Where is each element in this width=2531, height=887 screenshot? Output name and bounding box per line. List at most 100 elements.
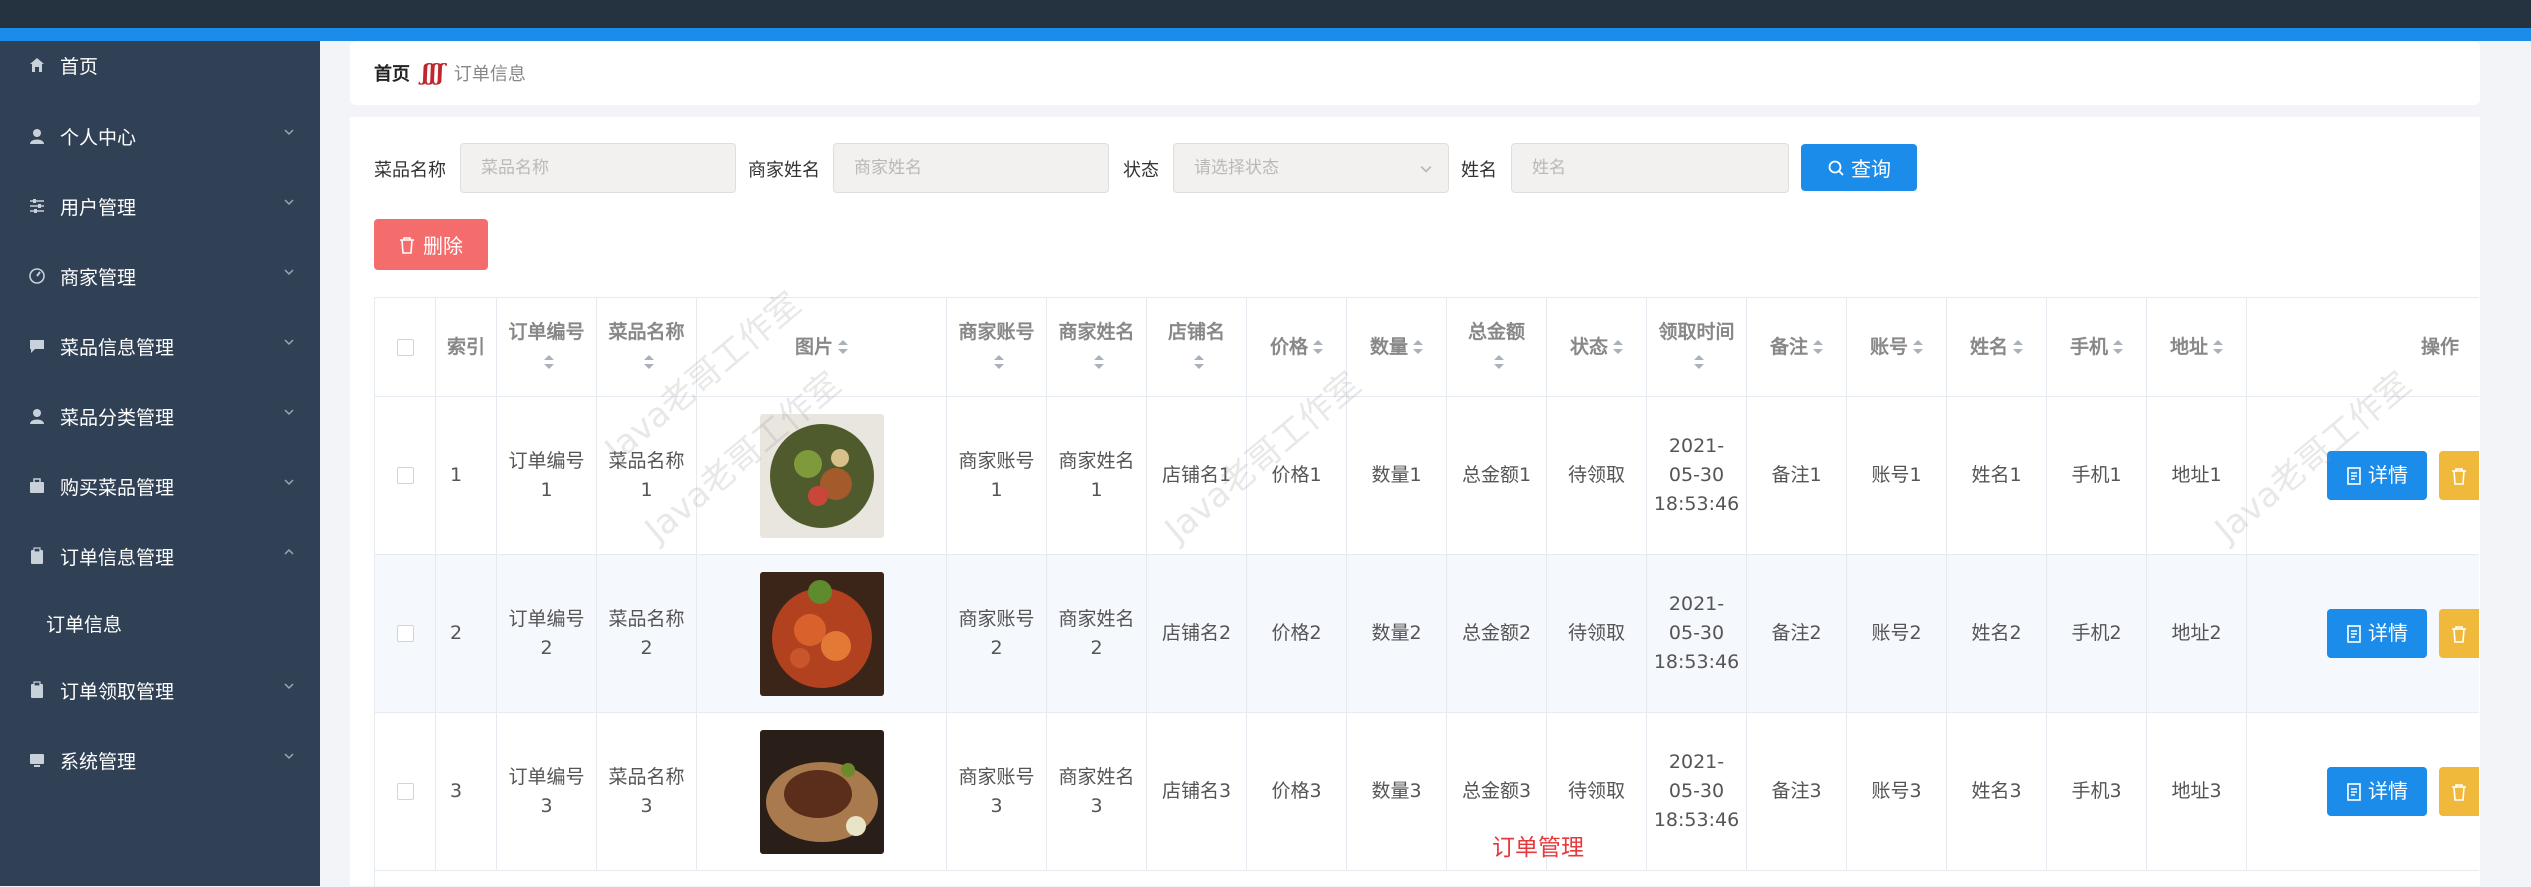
header-phone[interactable]: 手机: [2047, 298, 2147, 396]
cell-total: 总金额1: [1447, 397, 1547, 554]
header-image[interactable]: 图片: [697, 298, 947, 396]
cell-image: [697, 555, 947, 712]
cell-quantity: 数量1: [1347, 397, 1447, 554]
header-order-no[interactable]: 订单编号: [497, 298, 597, 396]
header-merchant-account[interactable]: 商家账号: [947, 298, 1047, 396]
clipboard-icon: [26, 681, 48, 699]
header-price[interactable]: 价格: [1247, 298, 1347, 396]
sidebar-item-dish-category-management[interactable]: 菜品分类管理: [0, 396, 320, 436]
sort-icon: [1913, 340, 1923, 354]
compass-icon: [26, 267, 48, 285]
cell-image: [697, 713, 947, 870]
sidebar-item-personal-center[interactable]: 个人中心: [0, 116, 320, 156]
sidebar-item-home[interactable]: 首页: [0, 45, 320, 85]
detail-button[interactable]: 详情: [2327, 451, 2427, 500]
cell-phone: 手机2: [2047, 555, 2147, 712]
row-checkbox-cell: [375, 713, 436, 870]
sidebar-item-user-management[interactable]: 用户管理: [0, 186, 320, 226]
table-row[interactable]: 2 订单编号2 菜品名称2 商家账号2 商家姓名2 店铺名2 价格2 数量2 总金额2 待领取 20…: [375, 555, 2479, 713]
cell-merchant-account: 商家账号3: [947, 713, 1047, 870]
sort-icon: [544, 354, 554, 369]
header-dish-name[interactable]: 菜品名称: [597, 298, 697, 396]
cell-phone: 手机3: [2047, 713, 2147, 870]
header-index[interactable]: 索引: [436, 298, 497, 396]
row-checkbox[interactable]: [396, 783, 414, 800]
sidebar-item-order-pickup-management[interactable]: 订单领取管理: [0, 670, 320, 710]
table-row[interactable]: 1 订单编号1 菜品名称1 商家账号1 商家姓名1 店铺名1 价格1 数量1 总金额1 待领取 20…: [375, 397, 2479, 555]
breadcrumb-separator: ʃʃʃ: [422, 60, 444, 86]
sidebar-item-label: 个人中心: [60, 126, 137, 149]
edit-button[interactable]: [2439, 767, 2479, 816]
header-shop-name[interactable]: 店铺名: [1147, 298, 1247, 396]
cell-merchant-name: 商家姓名1: [1047, 397, 1147, 554]
sidebar-subitem-order-info[interactable]: 订单信息: [0, 603, 320, 643]
merchant-name-input[interactable]: 商家姓名: [833, 143, 1109, 193]
sidebar-item-label: 系统管理: [60, 750, 137, 773]
detail-button[interactable]: 详情: [2327, 767, 2427, 816]
cell-order-no: 订单编号3: [497, 713, 597, 870]
sidebar-item-purchase-management[interactable]: 购买菜品管理: [0, 466, 320, 506]
sidebar-item-system-management[interactable]: 系统管理: [0, 740, 320, 780]
breadcrumb-current: 订单信息: [453, 64, 526, 85]
header-address[interactable]: 地址: [2147, 298, 2247, 396]
name-input[interactable]: 姓名: [1511, 143, 1789, 193]
cell-merchant-name: 商家姓名3: [1047, 713, 1147, 870]
cell-index: 3: [436, 713, 497, 870]
detail-button-label: 详情: [2368, 621, 2408, 645]
header-note[interactable]: 备注: [1747, 298, 1847, 396]
trash-icon: [400, 236, 414, 254]
document-icon: [2347, 466, 2361, 485]
header-total[interactable]: 总金额: [1447, 298, 1547, 396]
edit-button[interactable]: [2439, 609, 2479, 658]
document-icon: [2347, 624, 2361, 643]
status-select-placeholder: 请选择状态: [1194, 158, 1279, 178]
sort-icon: [2113, 340, 2123, 354]
dish-name-input[interactable]: 菜品名称: [460, 143, 736, 193]
row-checkbox-cell: [375, 397, 436, 554]
cell-address: 地址2: [2147, 555, 2247, 712]
sidebar-item-merchant-management[interactable]: 商家管理: [0, 256, 320, 296]
select-all-checkbox[interactable]: [396, 338, 414, 356]
cell-price: 价格2: [1247, 555, 1347, 712]
header-account[interactable]: 账号: [1847, 298, 1947, 396]
breadcrumb-home[interactable]: 首页: [374, 60, 410, 86]
query-button-label: 查询: [1851, 157, 1891, 181]
cell-dish-name: 菜品名称1: [597, 397, 697, 554]
header-merchant-name[interactable]: 商家姓名: [1047, 298, 1147, 396]
row-checkbox[interactable]: [396, 625, 414, 642]
monitor-icon: [26, 751, 48, 769]
sidebar-item-dish-info-management[interactable]: 菜品信息管理: [0, 326, 320, 366]
status-label: 状态: [1123, 160, 1159, 181]
header-pickup-time[interactable]: 领取时间: [1647, 298, 1747, 396]
sort-icon: [2013, 340, 2023, 354]
sidebar-item-label: 订单信息管理: [60, 546, 175, 569]
detail-button-label: 详情: [2368, 779, 2408, 803]
cell-name: 姓名3: [1947, 713, 2047, 870]
row-checkbox[interactable]: [396, 467, 414, 484]
orders-table: 索引 订单编号 菜品名称 图片 商家账号 商家姓名 店铺名 价格 数量 总金额 …: [374, 297, 2479, 887]
table-header-row: 索引 订单编号 菜品名称 图片 商家账号 商家姓名 店铺名 价格 数量 总金额 …: [375, 298, 2479, 397]
chevron-up-icon: [284, 548, 294, 555]
user-icon: [26, 407, 48, 425]
sidebar-item-order-info-management[interactable]: 订单信息管理: [0, 536, 320, 576]
detail-button[interactable]: 详情: [2327, 609, 2427, 658]
delete-button[interactable]: 删除: [374, 219, 488, 270]
query-button[interactable]: 查询: [1801, 144, 1917, 191]
dish-steak-image[interactable]: [759, 729, 884, 854]
cell-note: 备注1: [1747, 397, 1847, 554]
cell-order-no: 订单编号1: [497, 397, 597, 554]
sidebar-item-label: 购买菜品管理: [60, 476, 175, 499]
sort-icon: [1813, 340, 1823, 354]
dish-crayfish-image[interactable]: [759, 571, 884, 696]
edit-button[interactable]: [2439, 451, 2479, 500]
header-status[interactable]: 状态: [1547, 298, 1647, 396]
table-row[interactable]: 3 订单编号3 菜品名称3 商家账号3 商家姓名3 店铺名3 价格3 数量3 总金额3 待领取 20…: [375, 713, 2479, 871]
chevron-down-icon: [284, 129, 294, 136]
sidebar: 首页 个人中心 用户管理 商家管理 菜品信息管理 菜品分类管理 购买菜品管理 订…: [0, 41, 320, 886]
header-quantity[interactable]: 数量: [1347, 298, 1447, 396]
header-name[interactable]: 姓名: [1947, 298, 2047, 396]
chevron-down-icon: [284, 479, 294, 486]
status-select[interactable]: 请选择状态: [1173, 143, 1449, 193]
dish-salad-image[interactable]: [759, 413, 884, 538]
chevron-down-icon: [284, 269, 294, 276]
